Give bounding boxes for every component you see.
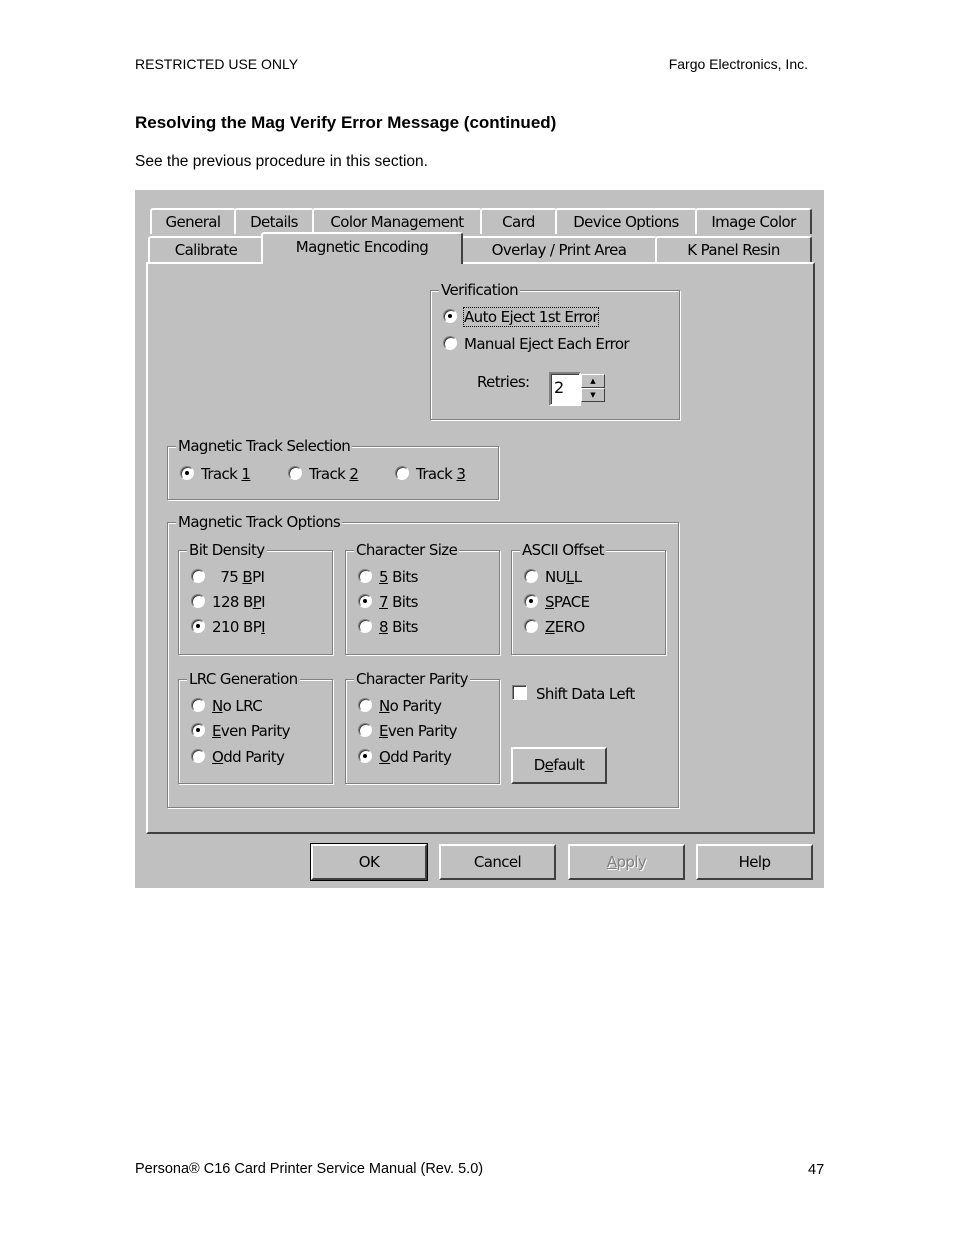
checkbox-icon (512, 685, 527, 700)
radio-unselected-icon (191, 698, 205, 712)
lrc-generation-group: LRC Generation No LRC Even Parity Odd Pa… (178, 669, 333, 784)
tab-magnetic-encoding[interactable]: Magnetic Encoding (261, 232, 463, 264)
radio-selected-icon (191, 723, 205, 737)
tab-details[interactable]: Details (234, 208, 314, 234)
bits-7-radio[interactable]: 7 Bits (358, 591, 418, 613)
magnetic-encoding-panel: Verification Auto Eject 1st Error Manual… (146, 262, 815, 834)
radio-selected-icon (524, 594, 538, 608)
verification-group: Verification Auto Eject 1st Error Manual… (430, 280, 680, 420)
tab-general[interactable]: General (150, 208, 236, 234)
lrc-generation-title: LRC Generation (187, 669, 300, 689)
radio-unselected-icon (191, 749, 205, 763)
track-options-title: Magnetic Track Options (176, 512, 343, 532)
radio-unselected-icon (524, 569, 538, 583)
bpi-128-radio[interactable]: 128 BPI (191, 591, 266, 613)
radio-unselected-icon (395, 466, 409, 480)
track-1-radio[interactable]: Track 1 (180, 463, 251, 485)
char-odd-parity-radio[interactable]: Odd Parity (358, 746, 452, 768)
character-parity-group: Character Parity No Parity Even Parity O… (345, 669, 500, 784)
manual-eject-radio[interactable]: Manual Eject Each Error (443, 333, 630, 355)
lrc-odd-parity-radio[interactable]: Odd Parity (191, 746, 285, 768)
retries-label: Retries: (477, 373, 530, 391)
radio-selected-icon (358, 594, 372, 608)
tab-overlay-print-area[interactable]: Overlay / Print Area (461, 236, 657, 262)
page-number: 47 (808, 1162, 825, 1178)
bit-density-group: Bit Density 75 BPI 128 BPI 210 BPI (178, 540, 333, 655)
bits-8-radio[interactable]: 8 Bits (358, 616, 418, 638)
radio-selected-icon (443, 309, 457, 323)
track-selection-title: Magnetic Track Selection (176, 436, 353, 456)
tab-color-management[interactable]: Color Management (312, 208, 482, 234)
no-parity-radio[interactable]: No Parity (358, 695, 442, 717)
footer-manual-title: Persona® C16 Card Printer Service Manual… (135, 1161, 484, 1177)
tab-device-options[interactable]: Device Options (555, 208, 697, 234)
radio-selected-icon (358, 749, 372, 763)
retries-input[interactable]: 2 (549, 372, 581, 406)
spin-up-button[interactable]: ▲ (581, 374, 605, 388)
shift-data-left-checkbox[interactable]: Shift Data Left (512, 683, 635, 705)
auto-eject-radio[interactable]: Auto Eject 1st Error (443, 306, 599, 328)
spin-down-button[interactable]: ▼ (581, 388, 605, 402)
radio-selected-icon (180, 466, 194, 480)
track-3-radio[interactable]: Track 3 (395, 463, 466, 485)
tab-card[interactable]: Card (480, 208, 557, 234)
bits-5-radio[interactable]: 5 Bits (358, 566, 418, 588)
track-selection-group: Magnetic Track Selection Track 1 Track 2… (167, 436, 499, 500)
radio-unselected-icon (524, 619, 538, 633)
no-lrc-radio[interactable]: No LRC (191, 695, 263, 717)
cancel-button[interactable]: Cancel (439, 844, 556, 880)
track-options-group: Magnetic Track Options Bit Density 75 BP… (167, 512, 679, 808)
bpi-210-radio[interactable]: 210 BPI (191, 616, 266, 638)
tab-image-color[interactable]: Image Color (695, 208, 812, 234)
apply-button[interactable]: Apply (568, 844, 685, 880)
lrc-even-parity-radio[interactable]: Even Parity (191, 720, 291, 742)
radio-unselected-icon (288, 466, 302, 480)
radio-selected-icon (191, 619, 205, 633)
character-size-group: Character Size 5 Bits 7 Bits 8 Bits (345, 540, 500, 655)
header-company: Fargo Electronics, Inc. (668, 56, 808, 72)
radio-unselected-icon (358, 619, 372, 633)
tab-calibrate[interactable]: Calibrate (148, 236, 264, 262)
section-title: Resolving the Mag Verify Error Message (… (135, 113, 557, 132)
default-button[interactable]: Default (511, 747, 607, 784)
ok-button[interactable]: OK (310, 843, 428, 881)
radio-unselected-icon (191, 569, 205, 583)
bit-density-title: Bit Density (187, 540, 267, 560)
ascii-offset-title: ASCII Offset (520, 540, 606, 560)
verification-title: Verification (439, 280, 521, 300)
character-parity-title: Character Parity (354, 669, 470, 689)
radio-unselected-icon (358, 723, 372, 737)
help-button[interactable]: Help (696, 844, 813, 880)
zero-radio[interactable]: ZERO (524, 616, 585, 638)
printer-properties-dialog: General Details Color Management Card De… (135, 190, 824, 888)
track-2-radio[interactable]: Track 2 (288, 463, 359, 485)
radio-unselected-icon (358, 698, 372, 712)
null-radio[interactable]: NULL (524, 566, 582, 588)
radio-unselected-icon (191, 594, 205, 608)
space-radio[interactable]: SPACE (524, 591, 590, 613)
char-even-parity-radio[interactable]: Even Parity (358, 720, 458, 742)
intro-text: See the previous procedure in this secti… (135, 153, 428, 170)
bpi-75-radio[interactable]: 75 BPI (191, 566, 265, 588)
header-restricted: RESTRICTED USE ONLY (135, 56, 299, 72)
ascii-offset-group: ASCII Offset NULL SPACE ZERO (511, 540, 666, 655)
tab-k-panel-resin[interactable]: K Panel Resin (655, 236, 812, 262)
radio-unselected-icon (443, 336, 457, 350)
radio-unselected-icon (358, 569, 372, 583)
character-size-title: Character Size (354, 540, 460, 560)
